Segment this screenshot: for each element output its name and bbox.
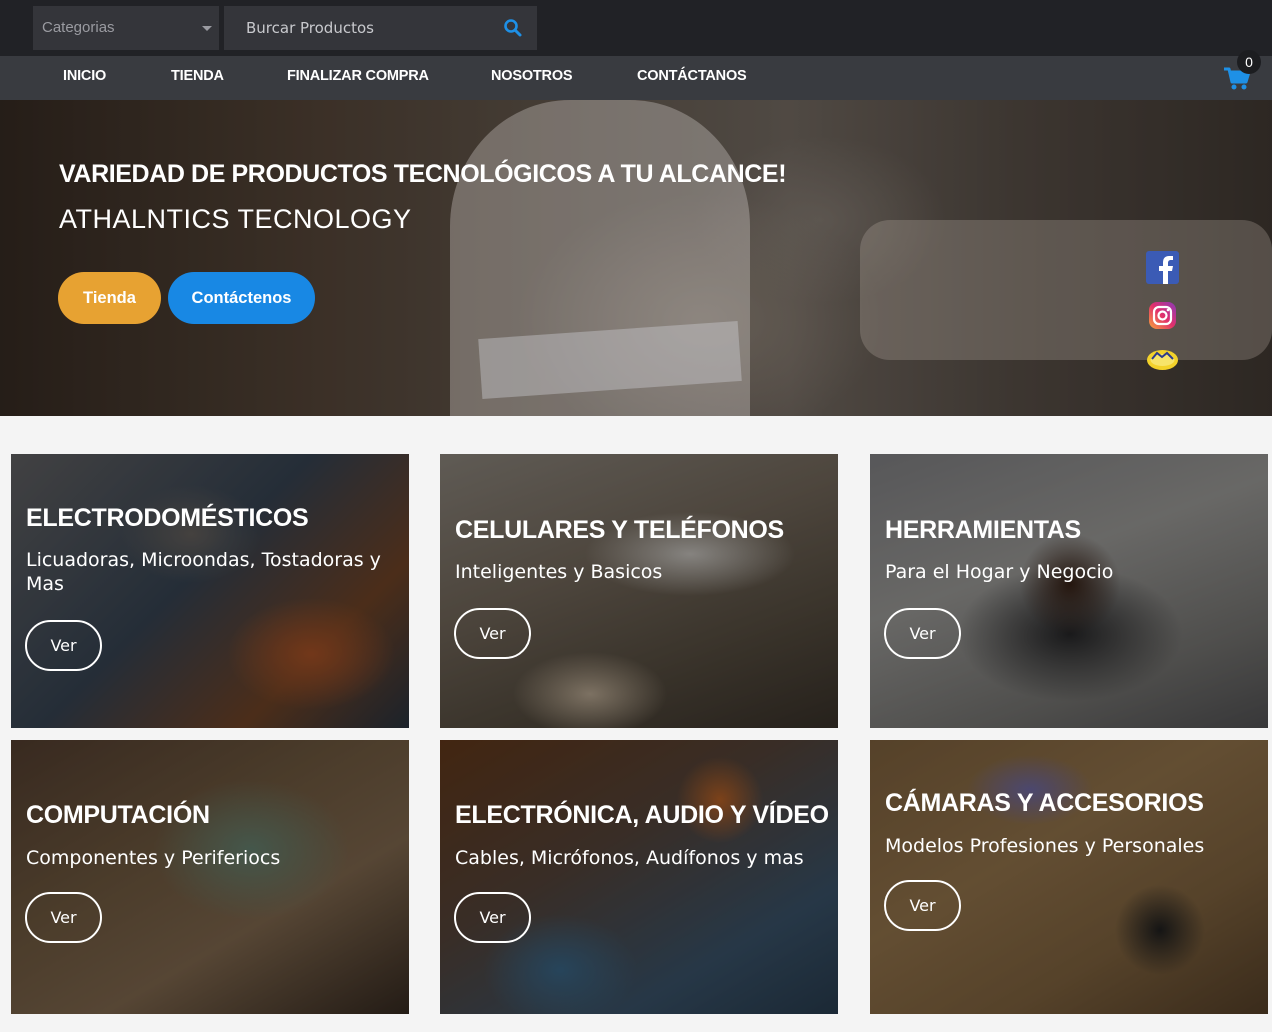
nav-item-inicio[interactable]: INICIO xyxy=(63,68,106,84)
card-title: ELECTRÓNICA, AUDIO Y VÍDEO xyxy=(455,801,829,829)
categories-label: Categorias xyxy=(42,19,115,36)
ver-button[interactable]: Ver xyxy=(25,892,102,943)
search-box xyxy=(224,6,537,50)
card-description: Cables, Micrófonos, Audífonos y mas xyxy=(455,847,804,869)
card-description: Componentes y Periferiocs xyxy=(26,847,281,869)
facebook-icon[interactable] xyxy=(1146,251,1179,284)
card-title: CÁMARAS Y ACCESORIOS xyxy=(885,789,1204,817)
search-input[interactable] xyxy=(224,6,494,50)
whatsapp-icon[interactable] xyxy=(1146,343,1179,376)
hero-banner: VARIEDAD DE PRODUCTOS TECNOLÓGICOS A TU … xyxy=(0,100,1272,416)
category-card-herramientas[interactable]: HERRAMIENTAS Para el Hogar y Negocio Ver xyxy=(870,454,1268,728)
main-nav: INICIO TIENDA FINALIZAR COMPRA NOSOTROS … xyxy=(0,50,1272,100)
card-title: ELECTRODOMÉSTICOS xyxy=(26,504,309,532)
top-bar: Categorias xyxy=(0,0,1272,56)
card-description: Inteligentes y Basicos xyxy=(455,561,663,583)
ver-button[interactable]: Ver xyxy=(884,608,961,659)
ver-button[interactable]: Ver xyxy=(25,620,102,671)
card-overlay xyxy=(870,454,1268,728)
hero-title: VARIEDAD DE PRODUCTOS TECNOLÓGICOS A TU … xyxy=(59,160,787,188)
ver-button[interactable]: Ver xyxy=(454,608,531,659)
ver-button[interactable]: Ver xyxy=(884,880,961,931)
card-title: CELULARES Y TELÉFONOS xyxy=(455,516,784,544)
card-description: Licuadoras, Microondas, Tostadoras y Mas xyxy=(26,549,381,595)
hero-subtitle: ATHALNTICS TECNOLOGY xyxy=(59,204,412,234)
nav-item-contactanos[interactable]: CONTÁCTANOS xyxy=(637,68,747,84)
category-card-computacion[interactable]: COMPUTACIÓN Componentes y Periferiocs Ve… xyxy=(11,740,409,1014)
nav-item-tienda[interactable]: TIENDA xyxy=(171,68,224,84)
instagram-icon[interactable] xyxy=(1146,299,1179,332)
card-overlay xyxy=(11,740,409,1014)
card-overlay xyxy=(440,740,838,1014)
ver-button[interactable]: Ver xyxy=(454,892,531,943)
card-overlay xyxy=(870,740,1268,1014)
caret-down-icon xyxy=(202,26,212,31)
category-card-celulares[interactable]: CELULARES Y TELÉFONOS Inteligentes y Bas… xyxy=(440,454,838,728)
cart-count-badge: 0 xyxy=(1237,50,1261,74)
categories-select[interactable]: Categorias xyxy=(33,6,219,50)
card-description: Modelos Profesiones y Personales xyxy=(885,835,1205,857)
card-description: Para el Hogar y Negocio xyxy=(885,561,1114,583)
card-overlay xyxy=(440,454,838,728)
hero-sofa-shape xyxy=(860,220,1272,360)
category-card-electrodomesticos[interactable]: ELECTRODOMÉSTICOS Licuadoras, Microondas… xyxy=(11,454,409,728)
category-card-camaras[interactable]: CÁMARAS Y ACCESORIOS Modelos Profesiones… xyxy=(870,740,1268,1014)
card-title: COMPUTACIÓN xyxy=(26,801,210,829)
card-title: HERRAMIENTAS xyxy=(885,516,1081,544)
nav-item-nosotros[interactable]: NOSOTROS xyxy=(491,68,573,84)
search-icon[interactable] xyxy=(503,18,523,38)
contactenos-button[interactable]: Contáctenos xyxy=(168,272,315,324)
nav-item-finalizar-compra[interactable]: FINALIZAR COMPRA xyxy=(287,68,429,84)
tienda-button[interactable]: Tienda xyxy=(58,272,161,324)
category-card-electronica[interactable]: ELECTRÓNICA, AUDIO Y VÍDEO Cables, Micró… xyxy=(440,740,838,1014)
